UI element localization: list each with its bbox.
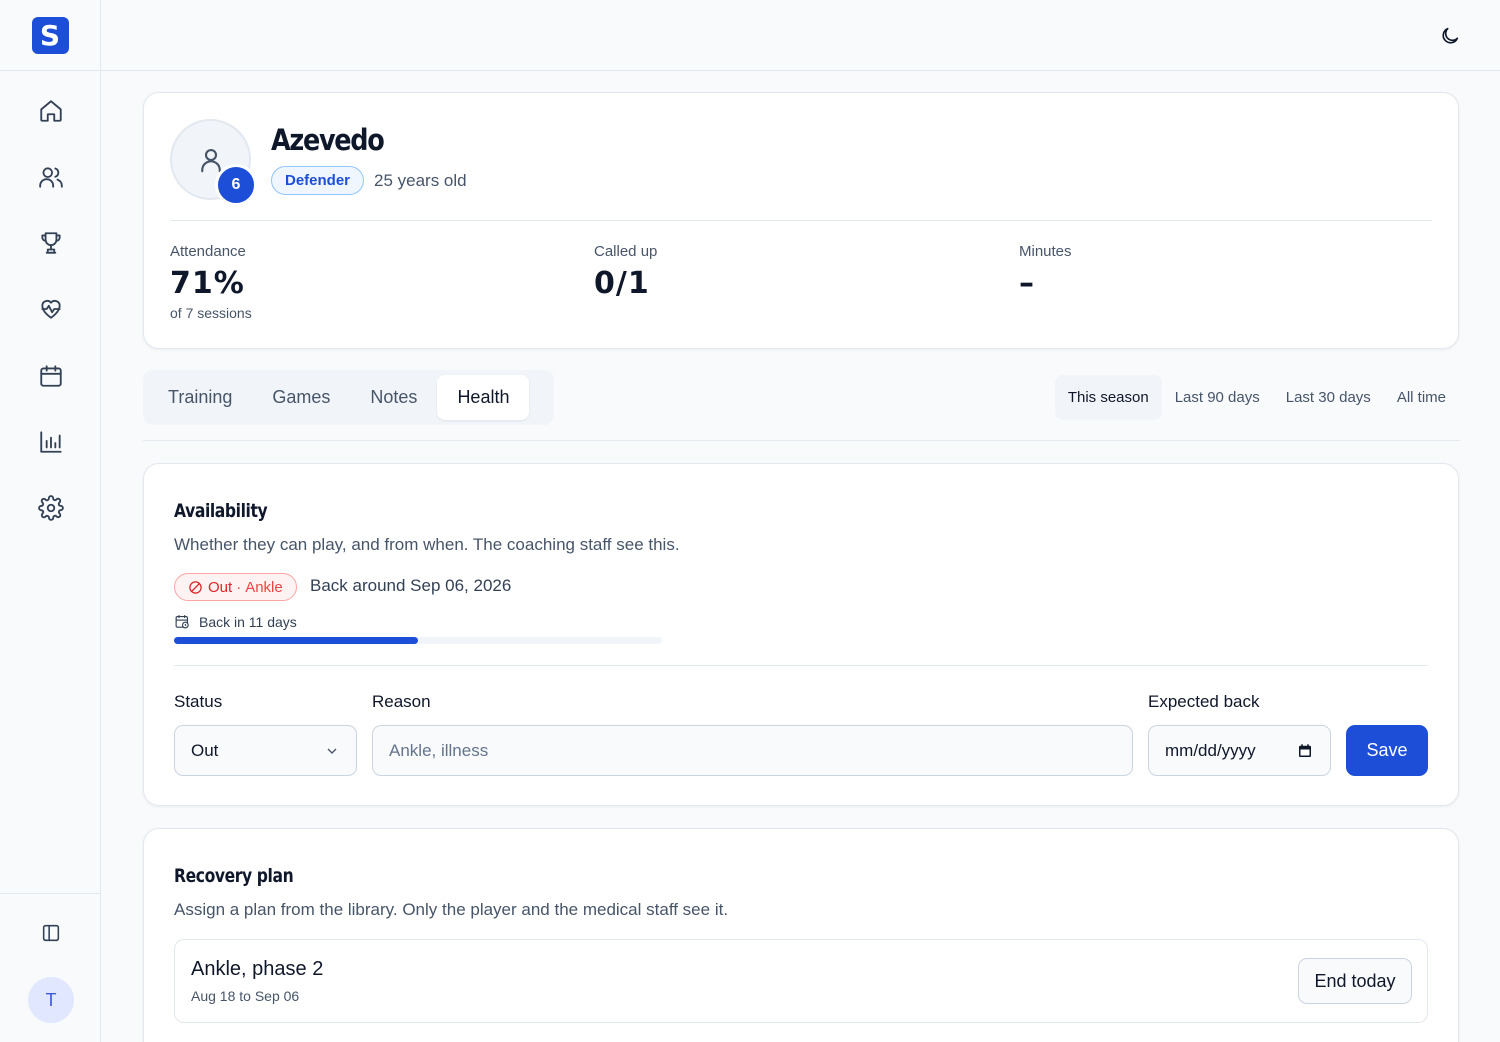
date-range-selector: This season Last 90 days Last 30 days Al… [1054, 375, 1459, 420]
stat-value: – [1019, 266, 1035, 301]
plan-name: Ankle, phase 2 [191, 958, 324, 980]
save-button[interactable]: Save [1346, 725, 1428, 776]
recovery-description: Assign a plan from the library. Only the… [174, 900, 729, 919]
sidebar-item-home[interactable] [26, 86, 76, 136]
tab-training[interactable]: Training [148, 375, 252, 420]
bar-chart-icon [40, 431, 62, 453]
end-today-button[interactable]: End today [1298, 958, 1412, 1004]
logo-area: S [0, 0, 100, 71]
theme-toggle-button[interactable] [1436, 22, 1464, 50]
users-icon [39, 167, 63, 188]
date-placeholder: mm/dd/yyyy [1165, 740, 1256, 760]
stat-sub: of 7 sessions [170, 305, 252, 321]
gear-icon [38, 495, 64, 521]
recovery-plan-item: Ankle, phase 2 Aug 18 to Sep 06 End toda… [174, 939, 1428, 1023]
sidebar-item-calendar[interactable] [26, 351, 76, 401]
sidebar-footer: T [0, 893, 100, 1042]
back-around-text: Back around Sep 06, 2026 [310, 576, 512, 595]
stat-value: 71% [170, 266, 245, 301]
user-avatar[interactable]: T [28, 977, 74, 1023]
status-select-value: Out [191, 740, 219, 760]
sidebar: S T [0, 0, 101, 1042]
tab-health[interactable]: Health [437, 375, 530, 420]
range-last-30-days[interactable]: Last 30 days [1273, 375, 1384, 420]
heart-pulse-icon [41, 300, 61, 319]
expected-back-label: Expected back [1148, 692, 1260, 711]
status-reason: Ankle [245, 578, 283, 596]
stat-label: Minutes [1019, 243, 1072, 260]
return-progress-fill [174, 637, 418, 644]
calendar-icon [40, 365, 62, 387]
sidebar-item-competitions[interactable] [26, 218, 76, 268]
availability-card: Availability Whether they can play, and … [143, 463, 1459, 806]
back-in-label: Back in 11 days [174, 613, 297, 630]
tab-games[interactable]: Games [252, 375, 350, 420]
position-badge: Defender [271, 166, 365, 195]
section-tabs: Training Games Notes Health [143, 370, 554, 425]
status-select[interactable]: Out [174, 725, 357, 776]
stat-label: Attendance [170, 243, 246, 260]
status-text: Out [208, 578, 233, 596]
sidebar-collapse-button[interactable] [26, 908, 76, 958]
range-all-time[interactable]: All time [1384, 375, 1459, 420]
trophy-icon [41, 232, 61, 254]
stat-minutes: Minutes – [1019, 243, 1072, 301]
plan-dates: Aug 18 to Sep 06 [191, 988, 300, 1004]
stat-value: 0/1 [594, 266, 650, 301]
topbar [101, 0, 1500, 71]
calendar-icon[interactable] [1296, 742, 1314, 760]
range-this-season[interactable]: This season [1054, 375, 1162, 420]
reason-input[interactable]: Ankle, illness [372, 725, 1133, 776]
jersey-number-badge: 6 [215, 164, 257, 206]
reason-label: Reason [372, 692, 431, 711]
chevron-down-icon [327, 748, 337, 754]
sidebar-item-health[interactable] [26, 284, 76, 334]
range-last-90-days[interactable]: Last 90 days [1162, 375, 1273, 420]
divider [143, 440, 1460, 441]
sidebar-item-settings[interactable] [26, 483, 76, 533]
stat-attendance: Attendance 71% of 7 sessions [170, 243, 252, 321]
moon-icon [1442, 27, 1459, 44]
availability-title: Availability [174, 500, 268, 522]
calendar-clock-icon [175, 615, 189, 629]
back-in-text: Back in 11 days [199, 613, 297, 630]
panel-left-icon [42, 924, 60, 942]
stat-label: Called up [594, 243, 658, 260]
status-label: Status [174, 692, 223, 711]
sidebar-item-stats[interactable] [26, 417, 76, 467]
sidebar-item-players[interactable] [26, 152, 76, 202]
expected-back-date-input[interactable]: mm/dd/yyyy [1148, 725, 1331, 776]
player-name: Azevedo [271, 123, 385, 157]
stat-called-up: Called up 0/1 [594, 243, 657, 301]
status-badge: Out · Ankle [174, 573, 297, 601]
player-profile-card: 6 Azevedo Defender 25 years old Attendan… [143, 92, 1459, 349]
divider [170, 220, 1432, 221]
player-age: 25 years old [374, 171, 467, 190]
availability-description: Whether they can play, and from when. Th… [174, 535, 680, 554]
ban-icon [189, 580, 202, 594]
home-icon [40, 100, 62, 122]
status-separator: · [236, 578, 242, 596]
divider [174, 665, 1428, 666]
tab-notes[interactable]: Notes [350, 375, 437, 420]
return-progress-bar [174, 637, 662, 644]
recovery-title: Recovery plan [174, 865, 294, 887]
recovery-plan-card: Recovery plan Assign a plan from the lib… [143, 828, 1459, 1042]
app-logo[interactable]: S [31, 16, 69, 54]
